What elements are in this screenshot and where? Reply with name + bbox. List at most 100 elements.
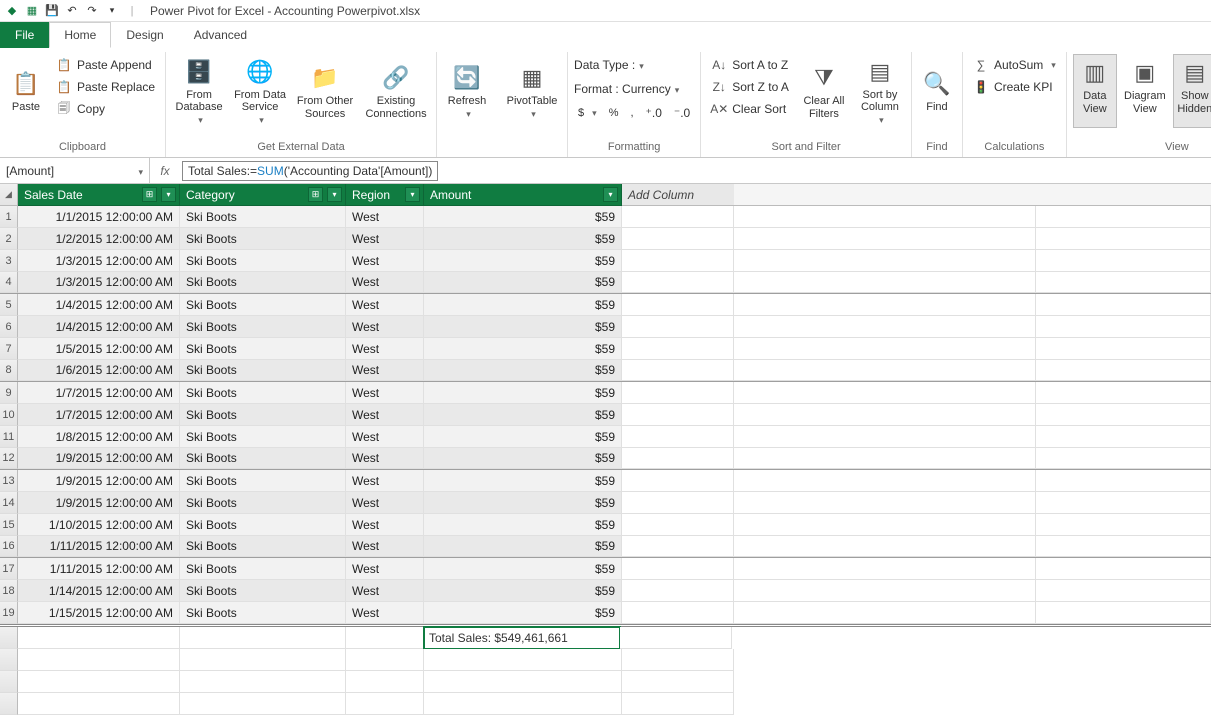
cell-amount[interactable]: $59: [424, 250, 622, 272]
row-header[interactable]: 19: [0, 602, 18, 624]
measure-cell-total-sales[interactable]: Total Sales: $549,461,661: [423, 626, 621, 650]
show-hidden-button[interactable]: ▤Show Hidden: [1173, 54, 1211, 128]
tab-home[interactable]: Home: [49, 22, 111, 48]
cell-sales-date[interactable]: 1/2/2015 12:00:00 AM: [18, 228, 180, 250]
cell-sales-date[interactable]: 1/8/2015 12:00:00 AM: [18, 426, 180, 448]
row-header[interactable]: 8: [0, 360, 18, 381]
cell-blank[interactable]: [622, 514, 734, 536]
row-header[interactable]: 1: [0, 206, 18, 228]
cell-amount[interactable]: $59: [424, 470, 622, 492]
cell-sales-date[interactable]: 1/15/2015 12:00:00 AM: [18, 602, 180, 624]
cell-blank[interactable]: [622, 580, 734, 602]
cell-category[interactable]: Ski Boots: [180, 206, 346, 228]
cell-amount[interactable]: $59: [424, 514, 622, 536]
cell-blank[interactable]: [622, 448, 734, 469]
cell-sales-date[interactable]: 1/4/2015 12:00:00 AM: [18, 316, 180, 338]
increase-decimal-button[interactable]: ⁺.0: [642, 102, 666, 124]
cell-sales-date[interactable]: 1/9/2015 12:00:00 AM: [18, 448, 180, 469]
cell-amount[interactable]: $59: [424, 426, 622, 448]
cell-amount[interactable]: $59: [424, 492, 622, 514]
filter-icon[interactable]: ▾: [161, 187, 176, 202]
clear-all-filters-button[interactable]: ⧩Clear All Filters: [799, 54, 849, 128]
cell-blank[interactable]: [622, 294, 734, 316]
cell-blank[interactable]: [622, 470, 734, 492]
name-box[interactable]: [Amount]: [0, 158, 150, 183]
cell-amount[interactable]: $59: [424, 294, 622, 316]
cell-category[interactable]: Ski Boots: [180, 316, 346, 338]
row-header[interactable]: 3: [0, 250, 18, 272]
cell-blank[interactable]: [622, 360, 734, 381]
row-header[interactable]: 12: [0, 448, 18, 469]
cell-region[interactable]: West: [346, 448, 424, 469]
cell-region[interactable]: West: [346, 404, 424, 426]
column-header-category[interactable]: Category⊞▾: [180, 184, 346, 206]
comma-button[interactable]: ,: [626, 102, 637, 124]
cell-region[interactable]: West: [346, 536, 424, 557]
cell-region[interactable]: West: [346, 580, 424, 602]
cell-category[interactable]: Ski Boots: [180, 448, 346, 469]
clear-sort-button[interactable]: A✕Clear Sort: [707, 98, 793, 120]
filter-icon[interactable]: ▾: [603, 187, 618, 202]
cell-blank[interactable]: [622, 338, 734, 360]
cell-region[interactable]: West: [346, 382, 424, 404]
row-header[interactable]: 7: [0, 338, 18, 360]
tab-advanced[interactable]: Advanced: [179, 22, 262, 48]
cell-sales-date[interactable]: 1/3/2015 12:00:00 AM: [18, 272, 180, 293]
cell-region[interactable]: West: [346, 360, 424, 381]
refresh-button[interactable]: 🔄Refresh: [443, 54, 491, 128]
cell-region[interactable]: West: [346, 602, 424, 624]
cell-sales-date[interactable]: 1/3/2015 12:00:00 AM: [18, 250, 180, 272]
copy-button[interactable]: 🗐Copy: [52, 98, 159, 120]
cell-amount[interactable]: $59: [424, 206, 622, 228]
currency-symbol-button[interactable]: $: [574, 102, 601, 124]
cell-blank[interactable]: [622, 602, 734, 624]
undo-icon[interactable]: ↶: [64, 3, 80, 19]
cell-amount[interactable]: $59: [424, 536, 622, 557]
cell-amount[interactable]: $59: [424, 602, 622, 624]
cell-blank[interactable]: [622, 536, 734, 557]
cell-category[interactable]: Ski Boots: [180, 382, 346, 404]
cell-category[interactable]: Ski Boots: [180, 426, 346, 448]
cell-blank[interactable]: [622, 250, 734, 272]
cell-category[interactable]: Ski Boots: [180, 272, 346, 293]
create-kpi-button[interactable]: 🚦Create KPI: [969, 76, 1060, 98]
tab-file[interactable]: File: [0, 22, 49, 48]
cell-category[interactable]: Ski Boots: [180, 228, 346, 250]
column-header-region[interactable]: Region▾: [346, 184, 424, 206]
cell-sales-date[interactable]: 1/7/2015 12:00:00 AM: [18, 404, 180, 426]
cell-category[interactable]: Ski Boots: [180, 404, 346, 426]
cell-category[interactable]: Ski Boots: [180, 558, 346, 580]
cell-amount[interactable]: $59: [424, 580, 622, 602]
row-header[interactable]: 13: [0, 470, 18, 492]
cell-blank[interactable]: [622, 492, 734, 514]
paste-replace-button[interactable]: 📋Paste Replace: [52, 76, 159, 98]
paste-append-button[interactable]: 📋Paste Append: [52, 54, 159, 76]
formula-bar[interactable]: Total Sales:=SUM('Accounting Data'[Amoun…: [182, 161, 438, 181]
cell-region[interactable]: West: [346, 316, 424, 338]
cell-blank[interactable]: [622, 316, 734, 338]
find-button[interactable]: 🔍Find: [918, 54, 956, 128]
insert-column-icon[interactable]: ⊞: [142, 187, 157, 202]
row-header[interactable]: 10: [0, 404, 18, 426]
cell-category[interactable]: Ski Boots: [180, 602, 346, 624]
row-header[interactable]: 14: [0, 492, 18, 514]
cell-region[interactable]: West: [346, 514, 424, 536]
cell-amount[interactable]: $59: [424, 448, 622, 469]
cell-sales-date[interactable]: 1/4/2015 12:00:00 AM: [18, 294, 180, 316]
cell-category[interactable]: Ski Boots: [180, 338, 346, 360]
calc-cell[interactable]: [18, 627, 180, 649]
from-database-button[interactable]: 🗄️From Database: [172, 54, 226, 128]
cell-sales-date[interactable]: 1/9/2015 12:00:00 AM: [18, 470, 180, 492]
calc-cell[interactable]: [180, 627, 346, 649]
column-header-sales-date[interactable]: Sales Date⊞▾: [18, 184, 180, 206]
cell-category[interactable]: Ski Boots: [180, 514, 346, 536]
cell-sales-date[interactable]: 1/11/2015 12:00:00 AM: [18, 558, 180, 580]
format-dropdown[interactable]: [675, 82, 680, 96]
sort-za-button[interactable]: Z↓Sort Z to A: [707, 76, 793, 98]
row-header[interactable]: 15: [0, 514, 18, 536]
cell-category[interactable]: Ski Boots: [180, 250, 346, 272]
redo-icon[interactable]: ↷: [84, 3, 100, 19]
cell-region[interactable]: West: [346, 558, 424, 580]
grid-corner[interactable]: ◢: [0, 184, 18, 206]
name-box-dropdown-icon[interactable]: [138, 164, 143, 178]
